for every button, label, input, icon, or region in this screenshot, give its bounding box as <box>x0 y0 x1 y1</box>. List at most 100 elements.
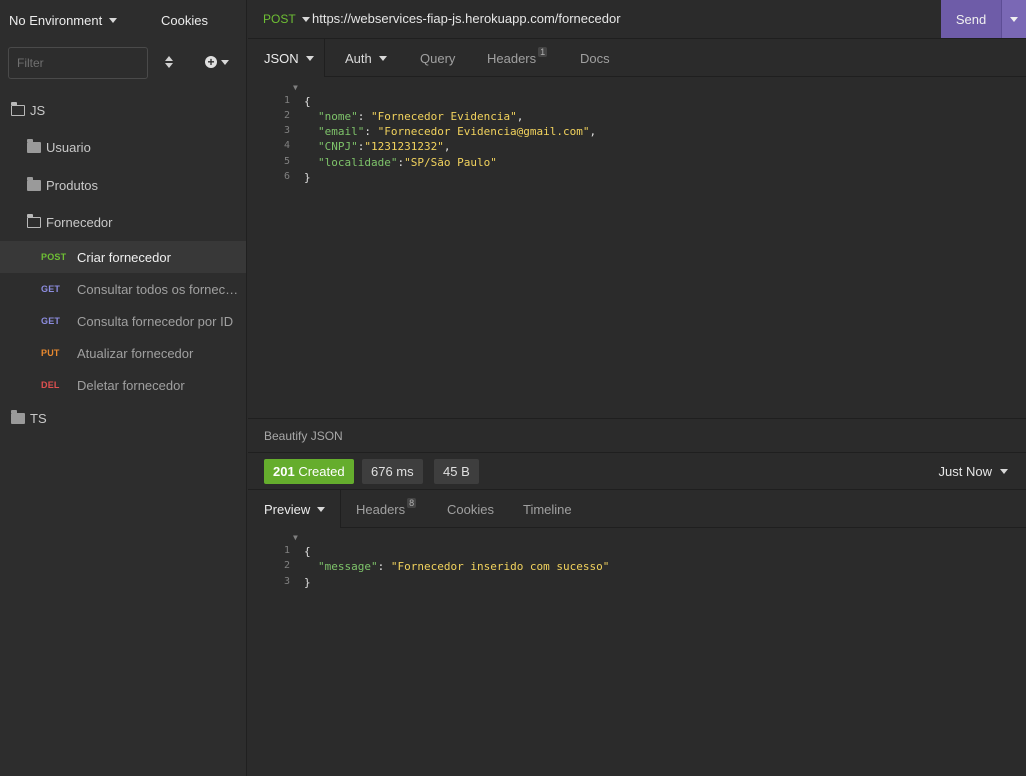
tab-divider <box>340 490 341 528</box>
method-badge: POST <box>41 252 67 262</box>
folder-label: JS <box>30 102 46 118</box>
folder-ts[interactable]: TS <box>0 402 246 434</box>
chevron-down-icon <box>305 55 314 61</box>
folder-icon <box>27 138 41 153</box>
request-footer: Beautify JSON <box>248 418 1026 452</box>
chevron-down-icon <box>317 506 326 512</box>
request-item-consultar-todos[interactable]: GET Consultar todos os fornecedores <box>0 273 246 305</box>
history-label: Just Now <box>938 464 992 479</box>
folder-open-icon <box>10 101 25 116</box>
send-button[interactable]: Send <box>941 0 1001 38</box>
chevron-down-icon <box>109 18 118 23</box>
folder-label: Fornecedor <box>46 214 113 230</box>
status-text: Created <box>298 464 345 479</box>
request-name: Consultar todos os fornecedores <box>77 281 243 297</box>
response-status-bar: 201 Created 676 ms 45 B Just Now <box>248 452 1026 490</box>
request-item-atualizar[interactable]: PUT Atualizar fornecedor <box>0 337 246 369</box>
tab-label: Query <box>420 50 456 66</box>
beautify-json-button[interactable]: Beautify JSON <box>264 429 343 443</box>
tab-label: Headers <box>356 501 406 517</box>
chevron-down-icon <box>1000 469 1008 474</box>
folder-js[interactable]: JS <box>0 94 246 126</box>
code-text: } <box>304 576 311 589</box>
response-body-viewer[interactable]: 1 ▼{ 2 "message": "Fornecedor inserido com… <box>248 528 1026 776</box>
cookies-button[interactable]: Cookies <box>161 13 208 28</box>
environment-label: No Environment <box>9 13 103 28</box>
request-item-criar-fornecedor[interactable]: POST Criar fornecedor <box>0 241 246 273</box>
code-line: 3 "email": "Fornecedor Evidencia@gmail.co… <box>248 112 1018 138</box>
status-badge: 201 Created <box>264 459 354 484</box>
request-name: Deletar fornecedor <box>77 377 185 393</box>
response-time-badge: 676 ms <box>362 459 423 484</box>
folder-produtos[interactable]: Produtos <box>0 169 246 201</box>
request-name: Criar fornecedor <box>77 249 171 265</box>
send-options-button[interactable] <box>1001 0 1026 38</box>
tab-auth[interactable]: Auth <box>345 39 387 77</box>
chevron-down-icon <box>301 16 310 22</box>
response-history-dropdown[interactable]: Just Now <box>939 464 1008 479</box>
tab-label: Timeline <box>523 501 572 517</box>
method-label: POST <box>263 12 296 26</box>
chevron-down-icon <box>221 59 229 65</box>
fold-arrow-icon[interactable]: ▼ <box>293 533 298 542</box>
tab-label: Auth <box>345 50 372 66</box>
tab-label: JSON <box>264 50 299 66</box>
request-tabs: JSON Auth Query Headers 1 Docs <box>248 39 1026 77</box>
url-bar: POST https://webservices-fiap-js.herokua… <box>248 0 1026 39</box>
tab-docs[interactable]: Docs <box>580 39 610 77</box>
method-badge: DEL <box>41 380 60 390</box>
fold-arrow-icon[interactable]: ▼ <box>293 83 298 92</box>
request-body-editor[interactable]: 1 ▼{ 2 "nome": "Fornecedor Evidencia", 3 "e… <box>248 78 1026 418</box>
tab-label: Docs <box>580 50 610 66</box>
filter-input[interactable] <box>8 47 148 79</box>
plus-circle-icon: + <box>205 56 217 68</box>
code-line: 6} <box>248 158 1018 184</box>
tab-label: Cookies <box>447 501 494 517</box>
code-line: 2 "message": "Fornecedor inserido com suc… <box>248 547 1018 573</box>
brace: } <box>304 576 311 589</box>
code-line: 4 "CNPJ":"1231231232", <box>248 127 1018 153</box>
tab-label: Preview <box>264 501 311 517</box>
request-name: Consulta fornecedor por ID <box>77 313 234 329</box>
line-number: 3 <box>283 576 290 587</box>
folder-label: Usuario <box>46 139 91 155</box>
brace: } <box>304 171 311 184</box>
chevron-down-icon <box>1010 16 1018 22</box>
folder-icon <box>11 409 25 424</box>
method-badge: GET <box>41 284 61 294</box>
sidebar: No Environment Cookies + JS Usuario Prod… <box>0 0 247 776</box>
tab-preview[interactable]: Preview <box>248 490 340 528</box>
sort-icon[interactable] <box>164 55 174 71</box>
line-number: 6 <box>283 171 290 182</box>
tab-query[interactable]: Query <box>420 39 455 77</box>
tab-body-json[interactable]: JSON <box>248 39 324 77</box>
request-name: Atualizar fornecedor <box>77 345 194 361</box>
tab-timeline[interactable]: Timeline <box>523 490 572 528</box>
url-input[interactable]: https://webservices-fiap-js.herokuapp.co… <box>312 11 621 26</box>
tab-headers[interactable]: Headers 1 <box>487 39 548 77</box>
folder-open-icon <box>26 213 41 228</box>
folder-label: Produtos <box>46 177 99 193</box>
method-selector[interactable]: POST <box>263 12 310 26</box>
code-line: 2 "nome": "Fornecedor Evidencia", <box>248 97 1018 123</box>
code-line: 5 "localidade":"SP/São Paulo" <box>248 143 1018 169</box>
environment-selector[interactable]: No Environment <box>9 13 118 28</box>
headers-count-badge: 1 <box>538 47 548 57</box>
request-item-consulta-por-id[interactable]: GET Consulta fornecedor por ID <box>0 305 246 337</box>
folder-usuario[interactable]: Usuario <box>0 131 246 163</box>
tab-label: Headers <box>487 50 537 66</box>
code-line: 3} <box>248 563 1018 589</box>
method-badge: PUT <box>41 348 60 358</box>
request-item-deletar[interactable]: DEL Deletar fornecedor <box>0 369 246 401</box>
code-text: } <box>304 171 311 184</box>
folder-label: TS <box>30 410 47 426</box>
code-line: 1 ▼{ <box>248 532 1018 558</box>
response-size-badge: 45 B <box>434 459 479 484</box>
tab-cookies[interactable]: Cookies <box>447 490 494 528</box>
folder-fornecedor[interactable]: Fornecedor <box>0 206 246 238</box>
tab-response-headers[interactable]: Headers 8 <box>356 490 417 528</box>
response-tabs: Preview Headers 8 Cookies Timeline <box>248 490 1026 528</box>
add-item-menu[interactable]: + <box>205 56 229 68</box>
method-badge: GET <box>41 316 61 326</box>
tab-divider <box>324 39 325 77</box>
